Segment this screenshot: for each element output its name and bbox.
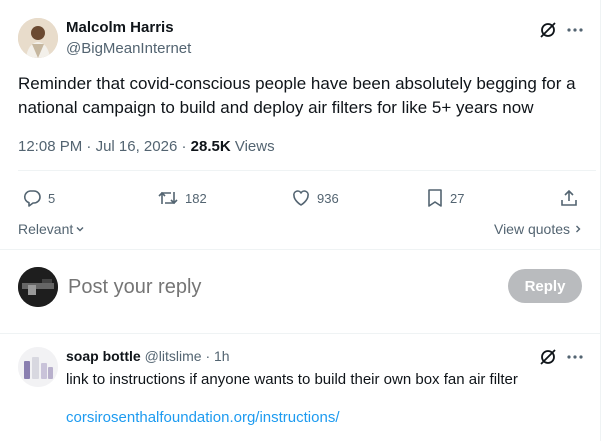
divider bbox=[18, 170, 596, 171]
column-border bbox=[600, 0, 601, 441]
tweet-date[interactable]: Jul 16, 2026 bbox=[96, 138, 178, 155]
repost-button[interactable]: 182 bbox=[157, 188, 207, 208]
chevron-right-icon bbox=[576, 225, 581, 233]
like-icon bbox=[293, 190, 309, 206]
sort-label: Relevant bbox=[18, 221, 74, 237]
tweet-meta: 12:08 PM · Jul 16, 2026 · 28.5K Views bbox=[18, 138, 275, 155]
meta-separator: · bbox=[181, 138, 187, 155]
reply-count: 5 bbox=[48, 190, 56, 206]
author-avatar[interactable] bbox=[18, 18, 58, 58]
ellipsis-icon[interactable] bbox=[564, 20, 586, 40]
like-count: 936 bbox=[317, 190, 339, 206]
author-handle[interactable]: @BigMeanInternet bbox=[66, 40, 191, 57]
share-icon[interactable] bbox=[558, 188, 580, 208]
reply-button[interactable]: 5 bbox=[22, 188, 55, 208]
current-user-avatar[interactable] bbox=[18, 267, 58, 307]
divider bbox=[0, 249, 600, 250]
bookmark-button[interactable]: 27 bbox=[426, 188, 464, 208]
reply-author-name[interactable]: soap bottle bbox=[66, 348, 141, 364]
repost-count: 182 bbox=[185, 190, 207, 206]
tweet-time[interactable]: 12:08 PM bbox=[18, 138, 82, 155]
view-quotes-link[interactable]: View quotes bbox=[494, 221, 582, 237]
meta-separator: · bbox=[86, 138, 92, 155]
reply-submit-button[interactable]: Reply bbox=[508, 269, 582, 303]
author-name[interactable]: Malcolm Harris bbox=[66, 19, 174, 36]
divider bbox=[0, 333, 600, 334]
bookmark-count: 27 bbox=[450, 190, 465, 206]
tweet-text: Reminder that covid-conscious people hav… bbox=[18, 74, 576, 117]
view-quotes-label: View quotes bbox=[493, 221, 570, 237]
reply-age[interactable]: 1h bbox=[214, 348, 230, 364]
repost-icon bbox=[158, 191, 178, 205]
slashed-circle-icon[interactable] bbox=[538, 347, 558, 367]
reply-text: link to instructions if anyone wants to … bbox=[66, 371, 518, 388]
views-label: Views bbox=[234, 138, 275, 155]
reply-author-avatar[interactable] bbox=[18, 347, 58, 387]
sort-selector[interactable]: Relevant bbox=[18, 221, 85, 237]
bookmark-icon bbox=[428, 189, 442, 207]
reply-link[interactable]: corsirosenthalfoundation.org/instruction… bbox=[66, 409, 340, 426]
like-button[interactable]: 936 bbox=[291, 188, 339, 208]
reply-author-handle[interactable]: @litslime bbox=[145, 348, 202, 364]
reply-header: soap bottle @litslime · 1h bbox=[66, 348, 230, 364]
views-count: 28.5K bbox=[190, 138, 231, 155]
reply-input[interactable] bbox=[68, 272, 488, 302]
reply-separator: · bbox=[205, 348, 211, 364]
ellipsis-icon[interactable] bbox=[564, 347, 586, 367]
chevron-down-icon bbox=[76, 227, 84, 232]
slashed-circle-icon[interactable] bbox=[538, 20, 558, 40]
reply-icon bbox=[23, 190, 41, 207]
